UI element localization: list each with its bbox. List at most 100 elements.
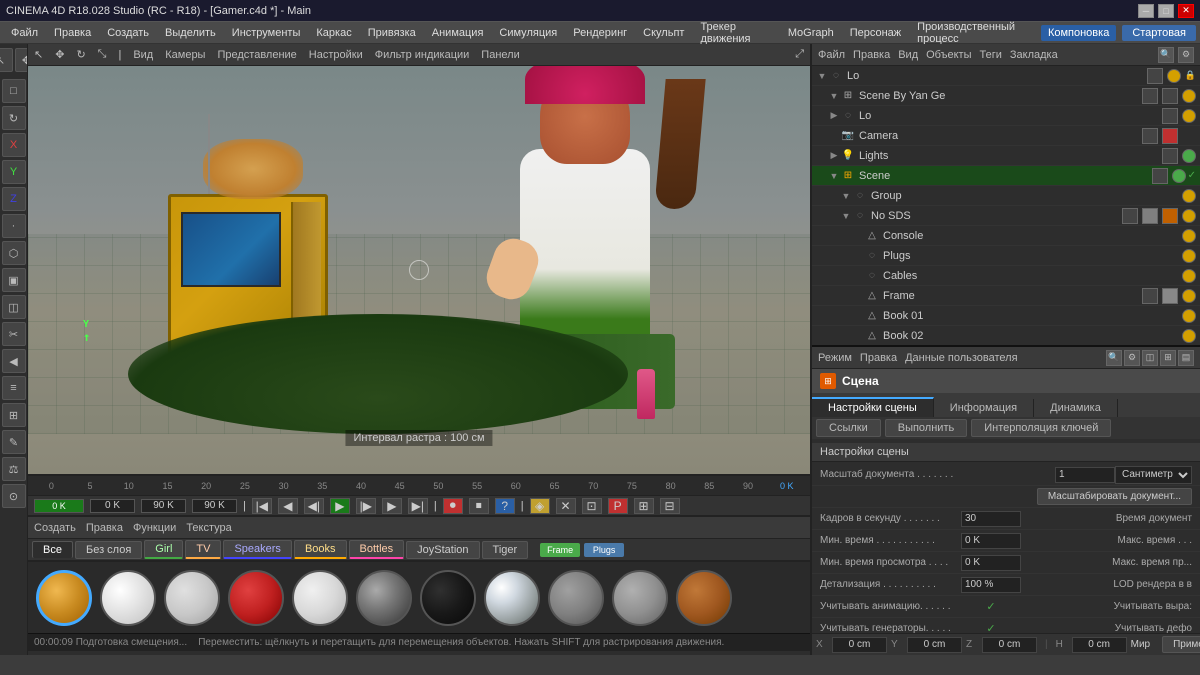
tool-scale[interactable]: □: [2, 79, 26, 103]
menu-compose[interactable]: Компоновка: [1041, 25, 1116, 41]
filter-tab-books[interactable]: Books: [294, 540, 347, 559]
tag-camera-2[interactable]: [1162, 128, 1178, 144]
keyframe-del[interactable]: ✕: [556, 498, 576, 514]
expand-book01[interactable]: [852, 310, 864, 322]
transport-stop[interactable]: ⏹: [469, 498, 489, 514]
rl-icon-2[interactable]: ⊞: [1160, 350, 1176, 366]
bottom-menu-edit[interactable]: Правка: [86, 522, 123, 534]
filter-tab-tv[interactable]: TV: [185, 540, 221, 559]
transport-prev-frame[interactable]: ◀: [278, 498, 298, 514]
tree-row-no-sds[interactable]: ▼ ◌ No SDS: [812, 206, 1200, 226]
menu-character[interactable]: Персонаж: [843, 25, 908, 41]
expand-scene-by-yan[interactable]: ▼: [828, 90, 840, 102]
menu-tracker[interactable]: Трекер движения: [693, 19, 778, 47]
vp-cameras[interactable]: Камеры: [165, 49, 205, 61]
tool-z[interactable]: Z: [2, 187, 26, 211]
om-menu-view[interactable]: Вид: [898, 49, 918, 61]
close-button[interactable]: ✕: [1178, 4, 1194, 18]
filter-tab-all[interactable]: Все: [32, 541, 73, 558]
scene-sub-links[interactable]: Ссылки: [816, 419, 881, 437]
timeline-start-input[interactable]: [90, 499, 135, 513]
tag-frame-1[interactable]: [1142, 288, 1158, 304]
scale-document-btn[interactable]: Масштабировать документ...: [1037, 488, 1192, 505]
tool-extrude[interactable]: ◀: [2, 349, 26, 373]
tool-uv[interactable]: ◫: [2, 295, 26, 319]
lock-lo1[interactable]: 🔒: [1185, 70, 1196, 81]
min-preview-input[interactable]: [961, 555, 1021, 571]
tag-no-sds-2[interactable]: [1142, 208, 1158, 224]
material-2[interactable]: [100, 570, 156, 626]
pos-z-input[interactable]: [982, 637, 1037, 653]
om-menu-file[interactable]: Файл: [818, 49, 845, 61]
keyframe-nav[interactable]: ⊡: [582, 498, 602, 514]
tag-camera-1[interactable]: [1142, 128, 1158, 144]
transport-play[interactable]: ▶: [330, 498, 350, 514]
transport-help[interactable]: ?: [495, 498, 515, 514]
menu-create[interactable]: Создать: [100, 25, 156, 41]
doc-scale-input[interactable]: [1055, 467, 1115, 483]
menu-wireframe[interactable]: Каркас: [309, 25, 358, 41]
bottom-menu-functions[interactable]: Функции: [133, 522, 176, 534]
pos-x-input[interactable]: [832, 637, 887, 653]
rl-search-icon[interactable]: 🔍: [1106, 350, 1122, 366]
tool-select[interactable]: ↖: [0, 48, 13, 72]
material-10[interactable]: [612, 570, 668, 626]
filter-tab-joystation[interactable]: JoyStation: [406, 541, 479, 559]
expand-camera[interactable]: [828, 130, 840, 142]
pos-y-input[interactable]: [907, 637, 962, 653]
menu-file[interactable]: Файл: [4, 25, 45, 41]
bottom-menu-texture[interactable]: Текстура: [186, 522, 231, 534]
tree-row-lo1[interactable]: ▼ ◌ Lo 🔒: [812, 66, 1200, 86]
menu-snap[interactable]: Привязка: [361, 25, 423, 41]
rl-settings-icon[interactable]: ⚙: [1124, 350, 1140, 366]
tool-move[interactable]: ✥: [15, 48, 29, 72]
tool-edges[interactable]: ⬡: [2, 241, 26, 265]
tree-row-book01[interactable]: △ Book 01: [812, 306, 1200, 326]
transport-next-key[interactable]: |▶: [356, 498, 376, 514]
om-search-icon[interactable]: 🔍: [1158, 47, 1174, 63]
rl-icon-3[interactable]: ▤: [1178, 350, 1194, 366]
tag-scene-by-yan-1[interactable]: [1142, 88, 1158, 104]
fps-input[interactable]: [961, 511, 1021, 527]
expand-group[interactable]: ▼: [840, 190, 852, 202]
material-9[interactable]: [548, 570, 604, 626]
expand-no-sds[interactable]: ▼: [840, 210, 852, 222]
material-5[interactable]: [292, 570, 348, 626]
tool-paint[interactable]: ✎: [2, 430, 26, 454]
expand-console[interactable]: [852, 230, 864, 242]
tool-weight[interactable]: ⚖: [2, 457, 26, 481]
rot-h-input[interactable]: [1072, 637, 1127, 653]
expand-lo1[interactable]: ▼: [816, 70, 828, 82]
menu-tools[interactable]: Инструменты: [225, 25, 308, 41]
menu-select[interactable]: Выделить: [158, 25, 223, 41]
doc-scale-unit[interactable]: Сантиметр: [1115, 466, 1192, 484]
vp-icon-arrow[interactable]: ↖: [34, 48, 43, 61]
material-6[interactable]: [356, 570, 412, 626]
expand-frame[interactable]: [852, 290, 864, 302]
scene-tab-info[interactable]: Информация: [934, 399, 1034, 417]
tree-row-scene[interactable]: ▼ ⊞ Scene ✓: [812, 166, 1200, 186]
material-7[interactable]: [420, 570, 476, 626]
tool-points[interactable]: ·: [2, 214, 26, 238]
filter-tab-speakers[interactable]: Speakers: [223, 540, 291, 559]
vp-settings[interactable]: Настройки: [309, 49, 363, 61]
min-time-input[interactable]: [961, 533, 1021, 549]
tag-no-sds-3[interactable]: [1162, 208, 1178, 224]
tool-x[interactable]: X: [2, 133, 26, 157]
filter-tab-bottles[interactable]: Bottles: [349, 540, 405, 559]
tag-scene[interactable]: [1152, 168, 1168, 184]
om-settings-icon[interactable]: ⚙: [1178, 47, 1194, 63]
scene-tab-dynamics[interactable]: Динамика: [1034, 399, 1118, 417]
tag-lights[interactable]: [1162, 148, 1178, 164]
material-11[interactable]: [676, 570, 732, 626]
transport-next-frame[interactable]: ▶: [382, 498, 402, 514]
timeline-end-input[interactable]: [141, 499, 186, 513]
om-menu-objects[interactable]: Объекты: [926, 49, 971, 61]
menu-pipeline[interactable]: Производственный процесс: [910, 19, 1039, 47]
material-4[interactable]: [228, 570, 284, 626]
vp-icon-rotate[interactable]: ↻: [76, 48, 85, 61]
detail-input[interactable]: [961, 577, 1021, 593]
tree-row-camera[interactable]: 📷 Camera: [812, 126, 1200, 146]
menu-edit[interactable]: Правка: [47, 25, 98, 41]
tree-row-frame[interactable]: △ Frame: [812, 286, 1200, 306]
